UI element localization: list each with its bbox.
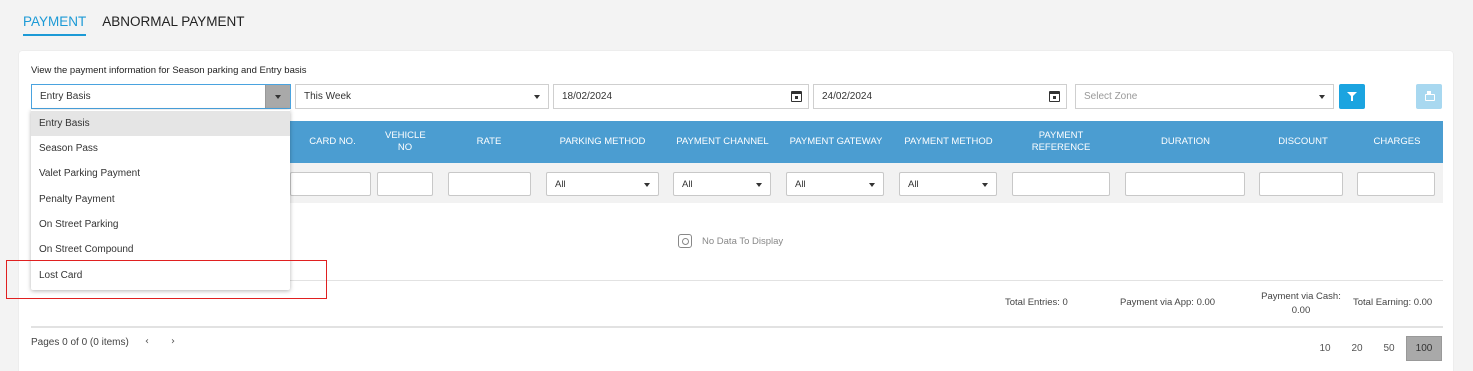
dropdown-option-valet-parking-payment[interactable]: Valet Parking Payment: [31, 161, 290, 186]
discount-filter-input[interactable]: [1259, 172, 1343, 196]
payment-via-app: Payment via App: 0.00: [1120, 297, 1216, 308]
dropdown-option-on-street-parking[interactable]: On Street Parking: [31, 212, 290, 237]
zone-placeholder: Select Zone: [1084, 91, 1138, 102]
col-duration[interactable]: DURATION: [1128, 121, 1243, 163]
chevron-down-icon: [275, 95, 281, 99]
page-size-100[interactable]: 100: [1406, 336, 1442, 361]
page-size-20[interactable]: 20: [1345, 336, 1369, 361]
highlight-box: [6, 260, 327, 299]
col-payment-reference-label: PAYMENT REFERENCE: [1031, 130, 1091, 153]
filter-value: All: [555, 178, 566, 190]
col-vehicle-no-label: VEHICLE NO: [385, 130, 426, 153]
zone-select[interactable]: Select Zone: [1075, 84, 1334, 109]
col-payment-gateway[interactable]: PAYMENT GATEWAY: [784, 121, 888, 163]
empty-state: No Data To Display: [678, 234, 783, 248]
pager-info: Pages 0 of 0 (0 items): [31, 337, 129, 348]
tab-payment[interactable]: PAYMENT: [23, 14, 87, 36]
payment-via-cash-label: Payment via Cash:: [1261, 291, 1341, 302]
filter-value: All: [908, 178, 919, 190]
total-earning: Total Earning: 0.00: [1353, 297, 1433, 308]
col-payment-reference[interactable]: PAYMENT REFERENCE: [1016, 121, 1106, 163]
chevron-down-icon: [1319, 95, 1325, 99]
payment-type-value: Entry Basis: [40, 91, 91, 102]
duration-filter-input[interactable]: [1125, 172, 1245, 196]
page-description: View the payment information for Season …: [31, 65, 307, 76]
col-payment-channel[interactable]: PAYMENT CHANNEL: [671, 121, 774, 163]
dropdown-option-penalty-payment[interactable]: Penalty Payment: [31, 187, 290, 212]
col-parking-method[interactable]: PARKING METHOD: [546, 121, 659, 163]
date-to-value: 24/02/2024: [822, 91, 873, 102]
filter-button[interactable]: [1339, 84, 1365, 109]
col-discount[interactable]: DISCOUNT: [1263, 121, 1343, 163]
col-card-no[interactable]: CARD NO.: [290, 121, 375, 163]
payment-reference-filter-input[interactable]: [1012, 172, 1110, 196]
tab-abnormal-payment[interactable]: ABNORMAL PAYMENT: [102, 14, 244, 36]
parking-method-filter-select[interactable]: All: [546, 172, 659, 196]
col-vehicle-no[interactable]: VEHICLE NO: [375, 121, 435, 163]
next-page-button[interactable]: ›: [171, 336, 175, 347]
print-button[interactable]: [1416, 84, 1442, 109]
charges-filter-input[interactable]: [1357, 172, 1435, 196]
dropdown-option-on-street-compound[interactable]: On Street Compound: [31, 237, 290, 262]
calendar-icon[interactable]: [791, 91, 802, 102]
chevron-down-icon: [756, 183, 762, 187]
payment-type-select[interactable]: Entry Basis: [31, 84, 291, 109]
card-no-filter-input[interactable]: [290, 172, 371, 196]
col-payment-method[interactable]: PAYMENT METHOD: [897, 121, 1000, 163]
payment-gateway-filter-select[interactable]: All: [786, 172, 884, 196]
filter-value: All: [682, 178, 693, 190]
payment-via-cash: Payment via Cash: 0.00: [1258, 291, 1344, 317]
chevron-down-icon: [869, 183, 875, 187]
period-select[interactable]: This Week: [295, 84, 549, 109]
dropdown-option-entry-basis[interactable]: Entry Basis: [31, 111, 290, 136]
divider: [31, 326, 1443, 328]
rate-filter-input[interactable]: [448, 172, 531, 196]
vehicle-no-filter-input[interactable]: [377, 172, 433, 196]
chevron-down-icon: [534, 95, 540, 99]
total-entries: Total Entries: 0: [1005, 297, 1068, 308]
payment-channel-filter-select[interactable]: All: [673, 172, 771, 196]
calendar-icon[interactable]: [1049, 91, 1060, 102]
prev-page-button[interactable]: ‹: [145, 336, 149, 347]
period-value: This Week: [304, 91, 352, 102]
col-rate[interactable]: RATE: [446, 121, 532, 163]
date-from-field[interactable]: 18/02/2024: [553, 84, 809, 109]
page-tabs: PAYMENT ABNORMAL PAYMENT: [23, 14, 245, 36]
empty-state-text: No Data To Display: [702, 235, 784, 247]
payment-via-cash-value: 0.00: [1291, 305, 1311, 316]
date-from-value: 18/02/2024: [562, 91, 613, 102]
page-size-50[interactable]: 50: [1377, 336, 1401, 361]
col-charges[interactable]: CHARGES: [1359, 121, 1435, 163]
date-to-field[interactable]: 24/02/2024: [813, 84, 1067, 109]
page-size-10[interactable]: 10: [1313, 336, 1337, 361]
payment-type-dropdown-button[interactable]: [265, 85, 290, 108]
filter-value: All: [795, 178, 806, 190]
no-data-icon: [678, 234, 692, 248]
chevron-down-icon: [644, 183, 650, 187]
payment-method-filter-select[interactable]: All: [899, 172, 997, 196]
dropdown-option-season-pass[interactable]: Season Pass: [31, 136, 290, 161]
chevron-down-icon: [982, 183, 988, 187]
